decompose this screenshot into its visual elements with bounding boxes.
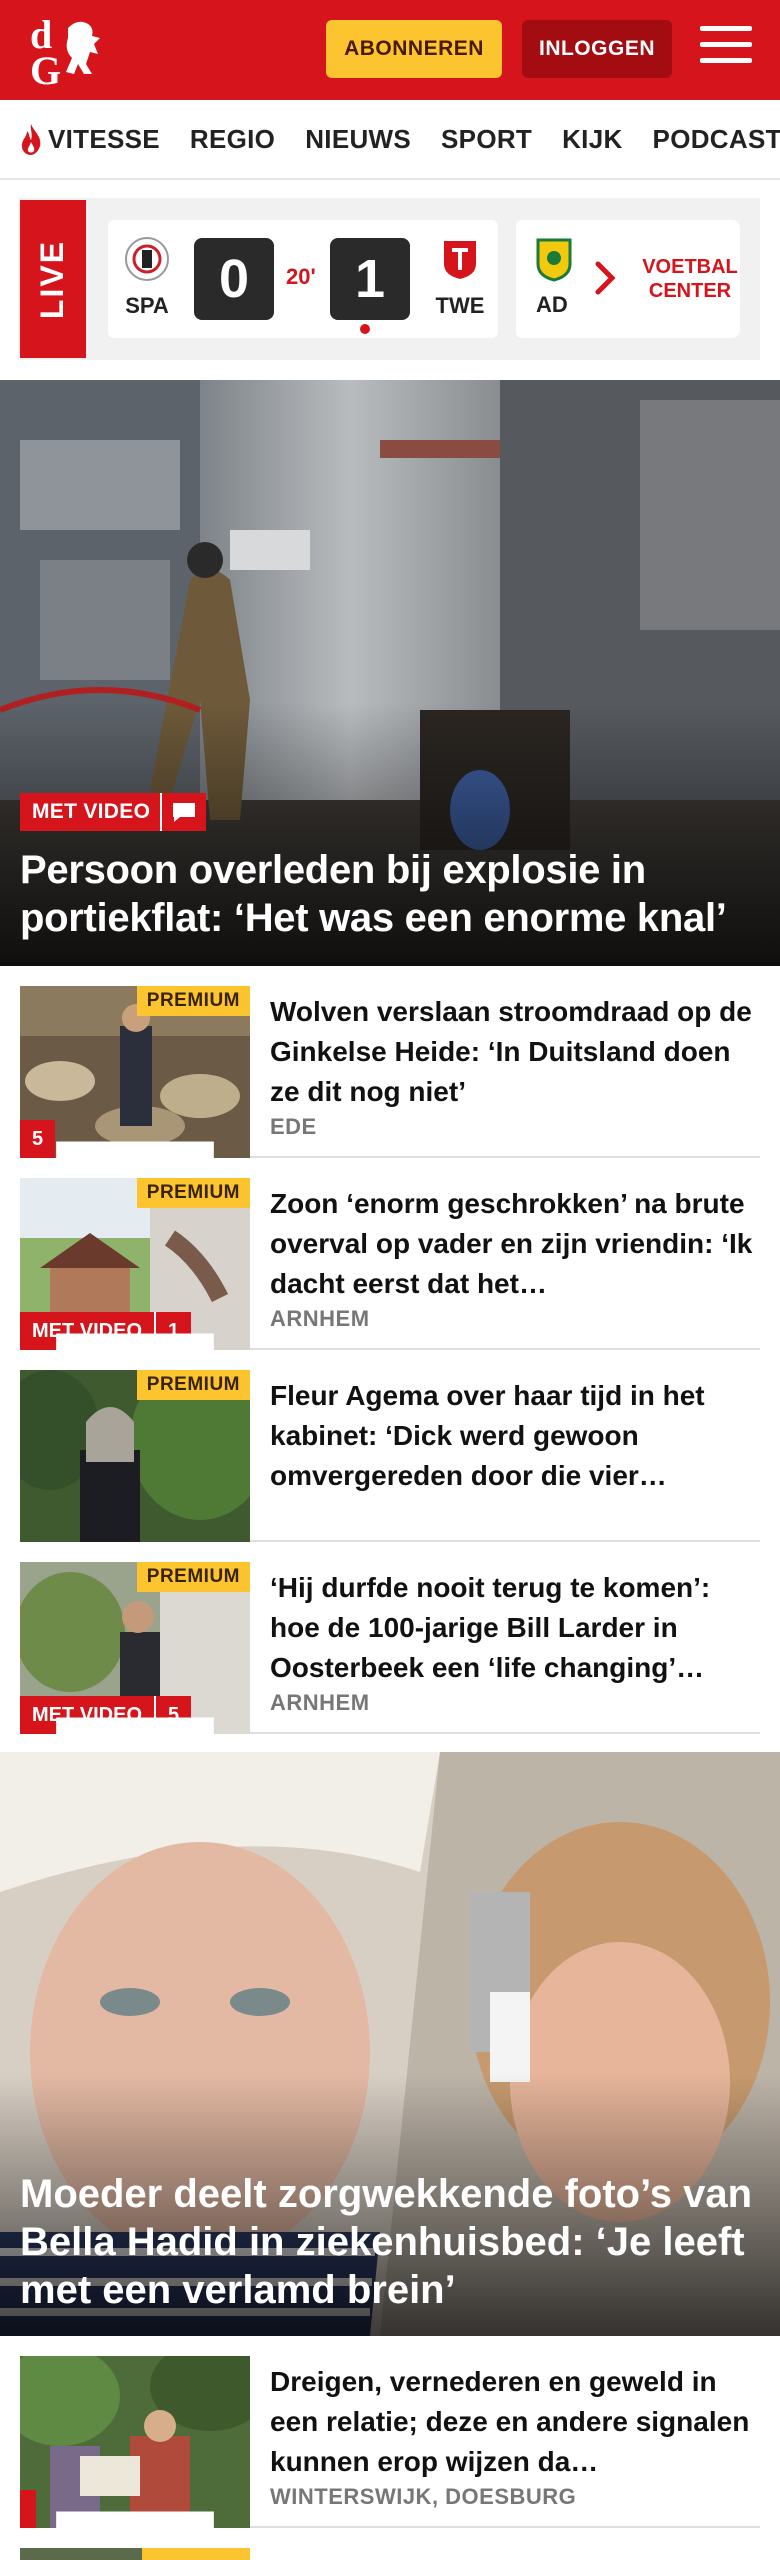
hero-headline[interactable]: Persoon overleden bij explosie in portie… (20, 846, 770, 942)
article-title[interactable]: Dreigen, vernederen en geweld in een rel… (270, 2362, 760, 2482)
nav-item-regio[interactable]: REGIO (190, 124, 275, 155)
premium-badge: PREMIUM (136, 986, 250, 1016)
thumb-photo (20, 2548, 250, 2560)
article-location: ARNHEM (270, 1306, 370, 1331)
nav-item-sport[interactable]: SPORT (441, 124, 532, 155)
article-location: EDE (270, 1114, 317, 1139)
article-title[interactable]: Wolven verslaan stroomdraad op de Ginkel… (270, 992, 760, 1112)
flame-icon (21, 124, 41, 155)
login-button[interactable]: INLOGGEN (522, 20, 672, 78)
featured-headline[interactable]: Moeder deelt zorgwekkende foto’s van Bel… (20, 2170, 770, 2314)
premium-badge: PREMIUM (136, 1562, 250, 1592)
featured-article[interactable]: Moeder deelt zorgwekkende foto’s van Bel… (0, 1752, 780, 2336)
video-badge: MET VIDEO (20, 793, 163, 831)
article-thumbnail: PREMIUM MET VIDEO 5 (20, 1562, 250, 1734)
video-badge-label: MET VIDEO (32, 800, 151, 823)
twente-crest-icon (442, 239, 478, 282)
comment-count-badge: 5 (56, 1696, 214, 1734)
list-item[interactable] (20, 2548, 760, 2560)
list-item[interactable]: Dreigen, vernederen en geweld in een rel… (20, 2356, 760, 2528)
list-item[interactable]: PREMIUM MET VIDEO 1 Zoon ‘enorm geschrok… (20, 1178, 760, 1350)
nav-label: VITESSE (48, 123, 160, 154)
thumb-badges: MET VIDEO 1 (20, 1312, 214, 1350)
match-card[interactable]: SPA 0 20' 1 TWE (108, 220, 498, 338)
comment-icon (56, 1141, 214, 1158)
comment-count-badge: 5 (20, 1120, 214, 1158)
premium-badge: PREMIUM (136, 1178, 250, 1208)
comment-icon (173, 803, 195, 822)
away-club-name: TWE (435, 293, 485, 318)
sparta-crest-icon (125, 237, 169, 281)
article-thumbnail (20, 2356, 250, 2528)
main-nav: VITESSE REGIO NIEUWS SPORT KIJK PODCAST (0, 100, 780, 180)
away-score: 1 (330, 238, 410, 320)
voetbal-center-link[interactable]: VOETBAL CENTER (640, 220, 740, 338)
chevron-right-icon[interactable] (590, 258, 620, 298)
comment-icon (56, 1333, 214, 1350)
list-item[interactable]: PREMIUM 5 Wolven verslaan stroomdraad op… (20, 986, 760, 1158)
home-club: SPA (122, 236, 172, 319)
article-thumbnail (20, 2548, 250, 2560)
article-thumbnail: PREMIUM 5 (20, 986, 250, 1158)
nav-item-podcast[interactable]: PODCAST (653, 124, 780, 155)
list-item[interactable]: PREMIUM Fleur Agema over haar tijd in he… (20, 1370, 760, 1542)
thumb-badges: MET VIDEO 5 (20, 1696, 214, 1734)
hamburger-menu-icon[interactable] (700, 26, 752, 70)
home-club-name: SPA (125, 293, 169, 318)
live-label: LIVE (20, 200, 86, 358)
article-title[interactable]: Zoon ‘enorm geschrokken’ na brute overva… (270, 1184, 760, 1304)
match-minute: 20' (286, 264, 316, 289)
ado-crest-icon (536, 238, 572, 282)
away-club: TWE (430, 236, 490, 319)
list-item[interactable]: PREMIUM MET VIDEO 5 ‘Hij durfde nooit te… (20, 1562, 760, 1734)
nav-item-kijk[interactable]: KIJK (562, 124, 622, 155)
subscribe-button[interactable]: ABONNEREN (326, 20, 502, 78)
home-score: 0 (194, 238, 274, 320)
next-match-card[interactable]: AD (516, 220, 656, 338)
article-thumbnail: PREMIUM MET VIDEO 1 (20, 1178, 250, 1350)
comment-badge (20, 2490, 214, 2528)
article-title[interactable]: ‘Hij durfde nooit terug te komen’: hoe d… (270, 1568, 760, 1688)
article-location: WINTERSWIJK, DOESBURG (270, 2484, 577, 2509)
next-club-name: AD (536, 292, 568, 317)
comment-icon (56, 2511, 214, 2528)
site-header: d G ABONNEREN INLOGGEN (0, 0, 780, 100)
hero-article[interactable]: MET VIDEO Persoon overleden bij explosie… (0, 380, 780, 966)
goal-indicator (360, 324, 370, 334)
nav-item-nieuws[interactable]: NIEUWS (305, 124, 411, 155)
comment-icon (56, 1717, 214, 1734)
svg-text:G: G (30, 48, 61, 88)
comment-count-badge: 1 (56, 1312, 214, 1350)
article-thumbnail: PREMIUM (20, 1370, 250, 1542)
article-location: ARNHEM (270, 1690, 370, 1715)
dg-logo[interactable]: d G (24, 12, 114, 88)
thumb-badges: 5 (20, 1120, 214, 1158)
comment-badge (160, 793, 206, 831)
article-title[interactable]: Fleur Agema over haar tijd in het kabine… (270, 1376, 760, 1496)
nav-item-vitesse[interactable]: VITESSE (18, 122, 160, 156)
thumb-badges (20, 2490, 214, 2528)
live-scores-strip: LIVE SPA 0 20' 1 TWE AD VOETBAL CENTER (18, 198, 760, 360)
premium-badge: PREMIUM (136, 1370, 250, 1400)
